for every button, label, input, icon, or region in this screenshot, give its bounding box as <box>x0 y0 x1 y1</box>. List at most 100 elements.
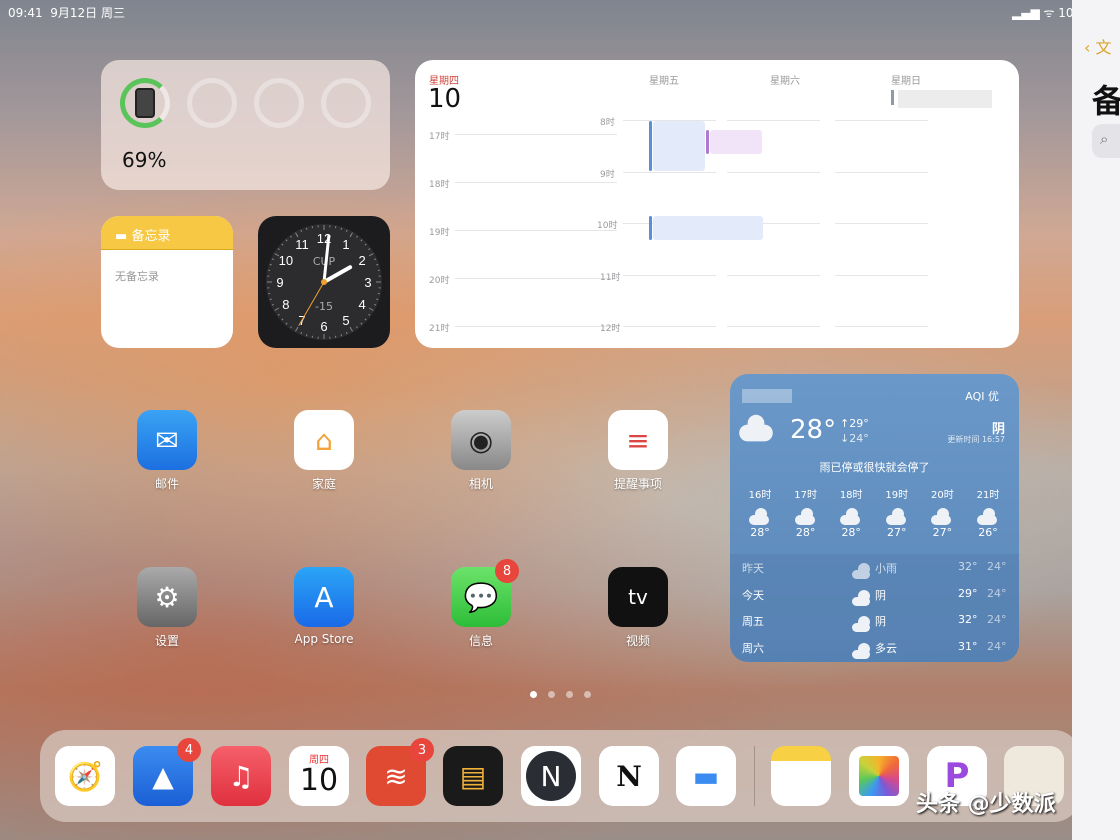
event-block[interactable] <box>653 121 705 171</box>
dock-files[interactable]: ▬ <box>676 746 736 806</box>
app-label: 邮件 <box>154 477 179 491</box>
battery-percent: 69% <box>122 148 167 172</box>
search-icon[interactable]: ⌕ <box>1092 124 1120 158</box>
hour-line <box>623 274 716 276</box>
weather-summary: 雨已停或很快就会停了 <box>819 461 930 474</box>
clock-number: 5 <box>342 313 349 328</box>
hour-time: 16时 <box>748 490 772 501</box>
hour-line <box>727 274 820 276</box>
hour-line <box>455 134 617 135</box>
day-header: 星期六 <box>770 76 800 87</box>
current-temp: 28° <box>790 415 837 445</box>
day-name: 今天 <box>742 588 764 602</box>
day-low: 24° <box>987 639 1007 653</box>
dock-todoist[interactable]: ≋ 3 <box>366 738 434 806</box>
clock-number: 11 <box>295 237 309 252</box>
clock-tick <box>376 263 379 266</box>
dock-safari[interactable]: 🧭 <box>55 746 115 806</box>
event-bar[interactable] <box>649 121 652 171</box>
hour-line <box>727 120 820 121</box>
hour-line <box>455 278 617 279</box>
side-title: 备 <box>1092 82 1120 120</box>
location-redacted <box>742 389 792 403</box>
event-bar[interactable] <box>706 130 709 154</box>
notes-title: 备忘录 <box>131 229 171 244</box>
page-dot[interactable] <box>548 691 555 698</box>
hour-line <box>455 230 617 231</box>
event-bar[interactable] <box>891 90 894 105</box>
clock-number: 4 <box>358 297 365 312</box>
hour-line <box>835 171 928 173</box>
event-block[interactable] <box>898 90 992 108</box>
event-block[interactable] <box>653 216 763 240</box>
battery-widget[interactable]: 69% <box>101 60 390 190</box>
day-name: 昨天 <box>742 562 764 575</box>
notes-widget[interactable]: ▬ 备忘录 无备忘录 <box>101 216 233 348</box>
day-name: 周六 <box>742 641 764 655</box>
today-date: 10 <box>428 84 462 114</box>
dock-notability[interactable]: N <box>521 746 581 806</box>
page-dot[interactable] <box>530 691 537 698</box>
clock-widget[interactable]: 121234567891011CUP-15 <box>258 216 390 348</box>
page-dot[interactable] <box>566 691 573 698</box>
app-settings[interactable]: ⚙ <box>137 567 197 627</box>
calendar-widget[interactable]: 星期四 10 17时 18时 19时 20时 21时 星期五 星期六 星期日 8时 9时 10时 11… <box>415 60 1019 348</box>
notability-icon: N <box>526 751 576 801</box>
clock-number: 6 <box>320 319 327 334</box>
app-appletv[interactable]: tv <box>608 567 668 627</box>
app-mail[interactable]: ✉ <box>137 410 197 470</box>
dock-recent-notes[interactable] <box>771 746 831 806</box>
aqi: AQI 优 <box>965 390 999 403</box>
calendar-icon: 周四 10 <box>300 756 338 796</box>
dock-recent-photos[interactable] <box>849 746 909 806</box>
day-condition: 阴 <box>875 615 886 628</box>
day-condition: 多云 <box>875 641 897 655</box>
back-button[interactable]: ‹ 文 <box>1084 34 1112 58</box>
dock-notion[interactable]: N <box>599 746 659 806</box>
app-label: 提醒事项 <box>613 477 662 491</box>
appletv-icon: tv <box>628 585 648 609</box>
app-label: 视频 <box>625 634 650 648</box>
app-label: 信息 <box>468 634 493 648</box>
weather-widget[interactable]: AQI 优 28° ↑29° ↓24° 阴 更新时间 16:57 雨已停或很快就… <box>730 374 1019 662</box>
hour-line <box>455 182 617 183</box>
files-icon: ▬ <box>692 759 720 793</box>
settings-icon: ⚙ <box>154 580 180 614</box>
hour-time: 20时 <box>931 490 954 501</box>
clock-tick <box>340 227 343 230</box>
clock-tick <box>305 227 308 230</box>
cal-date: 10 <box>299 763 339 798</box>
hour-time: 17时 <box>794 490 817 501</box>
hour-line <box>727 326 820 327</box>
app-appstore[interactable]: A <box>294 567 354 627</box>
cloud-icon <box>739 414 773 442</box>
hour-temp: 28° <box>841 526 861 539</box>
hour-label: 21时 <box>429 324 450 334</box>
dock-music[interactable]: ♫ <box>211 746 271 806</box>
home-icon: ⌂ <box>315 423 333 457</box>
day-low: 24° <box>987 586 1007 600</box>
notes-side-panel[interactable]: ‹ 文 备 ⌕ <box>1072 0 1120 840</box>
app-reminders[interactable]: ≡ <box>608 410 668 470</box>
page-dot[interactable] <box>584 691 591 698</box>
hour-label: 19时 <box>429 228 450 238</box>
camera-icon: ◉ <box>468 423 494 457</box>
app-camera[interactable]: ◉ <box>451 410 511 470</box>
app-label: 相机 <box>468 477 493 491</box>
day-high: 32° <box>958 613 978 626</box>
event-bar[interactable] <box>649 216 652 240</box>
dock-calendar[interactable]: 周四 10 <box>289 746 349 806</box>
hour-label: 20时 <box>429 276 450 286</box>
hour-temp: 28° <box>750 526 770 539</box>
hour-line <box>623 171 716 173</box>
dock-toolbox[interactable]: ▤ <box>443 746 503 806</box>
app-messages[interactable]: 💬 8 <box>451 559 519 627</box>
battery-ring-empty <box>321 78 371 128</box>
clock-tick <box>269 298 272 301</box>
event-block[interactable] <box>710 130 762 154</box>
clock-number: 9 <box>276 275 283 290</box>
dock-spark[interactable]: ▲ 4 <box>133 738 201 806</box>
clock-center <box>321 279 327 285</box>
hour-time: 18时 <box>839 490 863 501</box>
app-home[interactable]: ⌂ <box>294 410 354 470</box>
